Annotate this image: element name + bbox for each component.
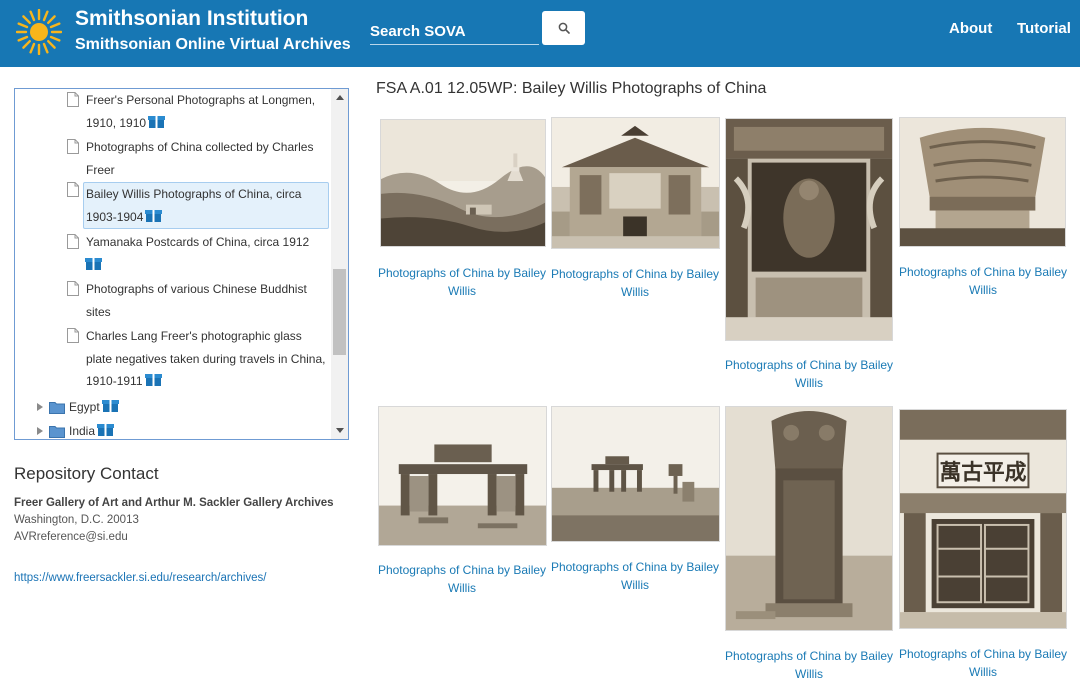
photo-caption-link[interactable]: Photographs of China by Bailey Willis [549,266,721,301]
scroll-up-arrow-icon[interactable] [336,95,344,100]
archive-box-icon[interactable] [97,423,115,437]
photo-caption-link[interactable]: Photographs of China by Bailey Willis [549,559,721,594]
tree-item[interactable]: Charles Lang Freer's photographic glass … [67,325,329,393]
photo-thumbnail[interactable] [378,406,547,546]
photo-thumbnail[interactable] [899,117,1066,247]
file-icon [67,139,79,154]
photo-caption-link[interactable]: Photographs of China by Bailey Willis [897,646,1069,681]
photo-caption-link[interactable]: Photographs of China by Bailey Willis [723,648,895,683]
photo-caption-link[interactable]: Photographs of China by Bailey Willis [376,562,548,597]
site-header: Smithsonian Institution Smithsonian Onli… [0,0,1080,67]
search-button[interactable] [542,11,585,45]
tree-item[interactable]: Freer's Personal Photographs at Longmen,… [67,89,329,134]
photo-thumbnail[interactable] [725,406,893,631]
institution-title[interactable]: Smithsonian Institution [75,7,308,31]
page-title: FSA A.01 12.05WP: Bailey Willis Photogra… [376,80,767,97]
tree-folder-egypt[interactable]: Egypt [37,396,119,418]
photo-thumbnail[interactable]: 萬古平成 [899,409,1067,629]
nav-about-link[interactable]: About [949,20,992,37]
tree-item-label: Photographs of various Chinese Buddhist … [86,282,307,319]
tree-item-label: Bailey Willis Photographs of China, circ… [86,187,302,224]
archive-subtitle[interactable]: Smithsonian Online Virtual Archives [75,36,351,54]
tree-folder-india[interactable]: India [37,420,115,439]
file-icon [67,92,79,107]
repository-name: Freer Gallery of Art and Arthur M. Sackl… [14,497,334,509]
repository-url-link[interactable]: https://www.freersackler.si.edu/research… [14,572,266,584]
tree-item-label: Photographs of China collected by Charle… [86,140,314,177]
tree-folder-label: Egypt [69,400,100,414]
search-icon [558,22,570,34]
archive-box-icon[interactable] [101,399,119,413]
tree-item[interactable]: Photographs of various Chinese Buddhist … [67,278,329,323]
smithsonian-sun-logo-icon[interactable] [16,9,62,55]
tree-item[interactable]: Yamanaka Postcards of China, circa 1912 [67,231,329,276]
tree-item-label: Freer's Personal Photographs at Longmen,… [86,93,316,130]
photo-thumbnail[interactable] [551,406,720,542]
search-input[interactable] [370,14,539,45]
file-icon [67,182,79,197]
tree-item-label: Charles Lang Freer's photographic glass … [86,329,326,388]
tree-folder-label: India [69,424,96,438]
archive-box-icon[interactable] [85,257,102,271]
expand-arrow-icon[interactable] [37,403,43,411]
file-icon [67,234,79,249]
folder-icon [49,426,65,438]
file-icon [67,281,79,296]
repository-contact-heading: Repository Contact [14,464,159,483]
gate-sign-text: 萬古平成 [940,459,1027,485]
repository-email: AVRreference@si.edu [14,531,128,543]
archive-box-icon[interactable] [144,373,162,387]
tree-scrollbar[interactable] [331,89,348,439]
scrollbar-thumb[interactable] [333,269,346,355]
folder-icon [49,402,65,414]
repository-city: Washington, D.C. 20013 [14,514,139,526]
photo-thumbnail[interactable] [380,119,546,247]
nav-tutorial-link[interactable]: Tutorial [1017,20,1071,37]
tree-item-selected[interactable]: Bailey Willis Photographs of China, circ… [83,182,329,229]
photo-caption-link[interactable]: Photographs of China by Bailey Willis [376,265,548,300]
archive-box-icon[interactable] [148,115,166,129]
expand-arrow-icon[interactable] [37,427,43,435]
photo-thumbnail[interactable] [725,118,893,341]
archive-box-icon[interactable] [145,209,163,223]
tree-item[interactable]: Photographs of China collected by Charle… [67,136,329,181]
file-icon [67,328,79,343]
scroll-down-arrow-icon[interactable] [336,428,344,433]
photo-caption-link[interactable]: Photographs of China by Bailey Willis [897,264,1069,299]
tree-item-label: Yamanaka Postcards of China, circa 1912 [86,235,310,249]
photo-thumbnail[interactable] [551,117,720,249]
collection-tree[interactable]: Freer's Personal Photographs at Longmen,… [14,88,349,440]
photo-caption-link[interactable]: Photographs of China by Bailey Willis [723,357,895,392]
